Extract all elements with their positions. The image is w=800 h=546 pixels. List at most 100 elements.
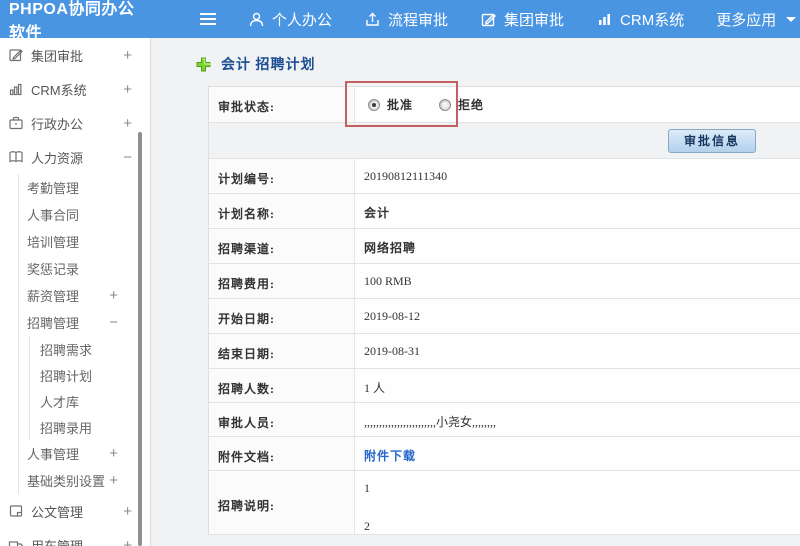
sidebar-item-label: 人力资源 (31, 150, 84, 166)
sidebar-item-recruit-hire[interactable]: 招聘录用 (30, 414, 150, 440)
collapse-minus-icon[interactable]: − (109, 314, 118, 331)
row-value: 网络招聘 (355, 229, 800, 263)
sidebar-item-label: 人才库 (40, 394, 80, 410)
expand-plus-icon[interactable]: + (123, 47, 132, 64)
sidebar-item-recruit-need[interactable]: 招聘需求 (30, 336, 150, 362)
description-line: 1 (364, 481, 370, 495)
nav-label: 个人办公 (272, 11, 333, 29)
sidebar-item-label: 公文管理 (31, 504, 84, 520)
sidebar-item-vehicle[interactable]: 用车管理 + (0, 528, 150, 546)
nav-group-approval[interactable]: 集团审批 (480, 9, 564, 30)
row-value: 1 人 (355, 369, 800, 402)
process-approval-icon (366, 12, 379, 26)
sidebar-item-label: 奖惩记录 (27, 262, 80, 277)
status-radio-group: 批准 拒绝 (355, 87, 800, 122)
expand-plus-icon[interactable]: + (109, 445, 118, 462)
approval-form-table: 审批状态: 批准 拒绝 审批信息 计划编号: 20190812111340 计划… (208, 86, 800, 535)
nav-label: 更多应用 (716, 11, 777, 29)
approval-info-button[interactable]: 审批信息 (668, 128, 756, 153)
sidebar-item-label: CRM系统 (31, 82, 87, 98)
nav-label: 流程审批 (388, 11, 449, 29)
main-content: 会计 招聘计划 审批状态: 批准 拒绝 审批信息 计划编号: 201908121… (151, 38, 800, 546)
table-row-plan-number: 计划编号: 20190812111340 (209, 159, 800, 194)
reject-radio-label[interactable]: 拒绝 (458, 96, 484, 113)
row-value: 2019-08-12 (355, 299, 800, 333)
table-row-status: 审批状态: 批准 拒绝 (209, 87, 800, 123)
sidebar-item-hr-contract[interactable]: 人事合同 (19, 201, 150, 228)
sidebar-item-label: 基础类别设置 (27, 474, 106, 489)
sidebar-item-label: 用车管理 (31, 538, 84, 546)
sidebar-item-personnel[interactable]: 人事管理 + (19, 440, 150, 467)
edit-square-icon (481, 13, 497, 26)
expand-plus-icon[interactable]: + (123, 81, 132, 98)
sidebar-item-label: 招聘管理 (27, 316, 80, 331)
table-row-start-date: 开始日期: 2019-08-12 (209, 299, 800, 334)
truck-icon (8, 541, 24, 546)
sidebar-item-training[interactable]: 培训管理 (19, 228, 150, 255)
sidebar-item-label: 招聘计划 (40, 368, 93, 384)
sidebar-item-admin-office[interactable]: 行政办公 + (0, 106, 150, 140)
nav-more-apps[interactable]: 更多应用 (716, 9, 797, 30)
sidebar-item-crm[interactable]: CRM系统 + (0, 72, 150, 106)
sidebar-item-recruit-plan[interactable]: 招聘计划 (30, 362, 150, 388)
sidebar-item-attendance[interactable]: 考勤管理 (19, 174, 150, 201)
sidebar-item-label: 行政办公 (31, 116, 84, 132)
sidebar-item-salary[interactable]: 薪资管理 + (19, 282, 150, 309)
row-label: 招聘费用: (209, 264, 355, 298)
sidebar-item-label: 考勤管理 (27, 181, 80, 196)
sidebar-scrollbar[interactable] (138, 132, 142, 546)
expand-plus-icon[interactable]: + (123, 503, 132, 520)
sidebar-item-label: 人事合同 (27, 208, 80, 223)
expand-plus-icon[interactable]: + (123, 115, 132, 132)
row-label: 开始日期: (209, 299, 355, 333)
nav-personal-office[interactable]: 个人办公 (248, 9, 332, 30)
sidebar-item-label: 薪资管理 (27, 289, 80, 304)
approve-radio-label[interactable]: 批准 (387, 96, 413, 113)
attachment-download-link[interactable]: 附件下载 (364, 449, 416, 463)
row-value: 2019-08-31 (355, 334, 800, 368)
nav-crm-system[interactable]: CRM系统 (596, 9, 684, 30)
top-header: PHPOA协同办公软件 个人办公 流程审批 集团审批 CRM系统 更多应用 (0, 0, 800, 42)
row-label: 招聘渠道: (209, 229, 355, 263)
book-icon (9, 151, 23, 163)
table-row-button: 审批信息 (209, 123, 800, 159)
add-plus-icon[interactable] (196, 57, 211, 72)
expand-plus-icon[interactable]: + (109, 287, 118, 304)
bar-chart-icon (599, 13, 611, 25)
table-row-headcount: 招聘人数: 1 人 (209, 369, 800, 403)
row-label: 计划名称: (209, 194, 355, 228)
sidebar-item-hr[interactable]: 人力资源 − (0, 140, 150, 174)
nav-label: CRM系统 (620, 11, 685, 29)
briefcase-icon (9, 116, 23, 130)
sidebar-item-talent-pool[interactable]: 人才库 (30, 388, 150, 414)
document-icon (9, 505, 23, 517)
person-icon (249, 12, 264, 26)
app-logo: PHPOA协同办公软件 (9, 1, 135, 42)
page-title: 会计 招聘计划 (196, 54, 316, 74)
sidebar-item-documents[interactable]: 公文管理 + (0, 494, 150, 528)
table-row-approvers: 审批人员: ,,,,,,,,,,,,,,,,,,,,,,,,小尧女,,,,,,,… (209, 403, 800, 437)
edit-square-icon (9, 49, 23, 62)
expand-plus-icon[interactable]: + (123, 537, 132, 546)
sidebar-item-base-category[interactable]: 基础类别设置 + (19, 467, 150, 494)
table-row-plan-name: 计划名称: 会计 (209, 194, 800, 229)
row-label: 附件文档: (209, 437, 355, 470)
collapse-minus-icon[interactable]: − (123, 149, 132, 166)
page-title-text: 会计 招聘计划 (221, 58, 316, 73)
row-value: ,,,,,,,,,,,,,,,,,,,,,,,,小尧女,,,,,,,, (355, 403, 800, 436)
row-label: 审批人员: (209, 403, 355, 436)
sidebar-item-recruit-mgmt[interactable]: 招聘管理 − (19, 309, 150, 336)
sidebar-item-group-approval[interactable]: 集团审批 + (0, 38, 150, 72)
row-label: 审批状态: (209, 87, 355, 122)
sidebar-item-rewards[interactable]: 奖惩记录 (19, 255, 150, 282)
hr-submenu: 考勤管理 人事合同 培训管理 奖惩记录 薪资管理 + 招聘管理 − 招聘需求 招… (18, 174, 150, 494)
nav-label: 集团审批 (504, 11, 565, 29)
hamburger-menu-icon[interactable] (200, 13, 216, 25)
nav-process-approval[interactable]: 流程审批 (364, 9, 448, 30)
table-row-channel: 招聘渠道: 网络招聘 (209, 229, 800, 264)
bar-chart-icon (9, 83, 22, 96)
reject-radio[interactable] (439, 98, 452, 111)
caret-down-icon (786, 16, 797, 22)
approve-radio[interactable] (368, 98, 380, 111)
expand-plus-icon[interactable]: + (109, 472, 118, 489)
